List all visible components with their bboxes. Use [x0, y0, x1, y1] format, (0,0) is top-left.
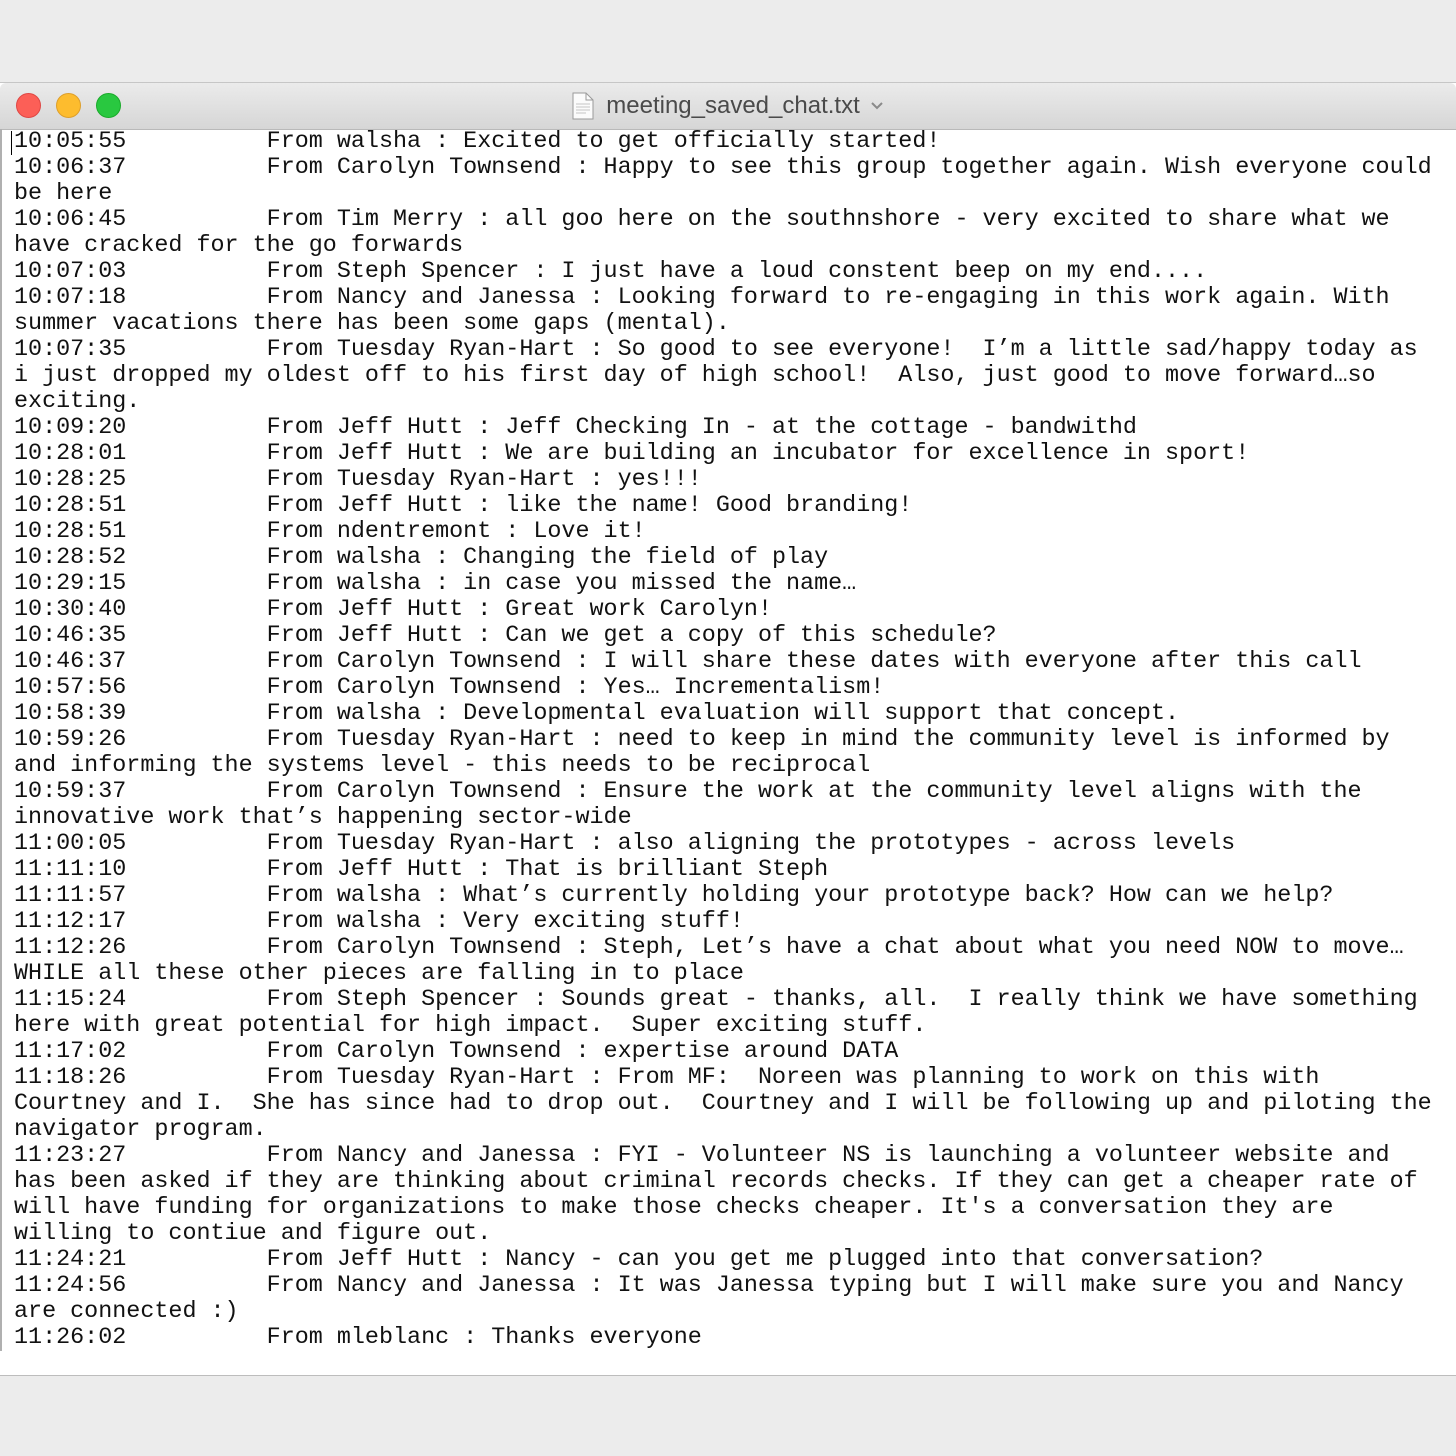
chat-line: 11:11:10 From Jeff Hutt : That is brilli… [14, 857, 829, 883]
chat-line: 11:11:57 From walsha : What’s currently … [14, 883, 1334, 909]
chat-line: 10:06:37 From Carolyn Townsend : Happy t… [14, 155, 1446, 207]
chat-line: 10:28:52 From walsha : Changing the fiel… [14, 545, 829, 571]
chat-line: 10:59:37 From Carolyn Townsend : Ensure … [14, 779, 1376, 831]
title-bar[interactable]: meeting_saved_chat.txt [0, 83, 1456, 130]
chat-line: 10:28:51 From ndentremont : Love it! [14, 519, 646, 545]
chat-line: 11:24:56 From Nancy and Janessa : It was… [14, 1273, 1418, 1325]
chevron-down-icon[interactable] [870, 101, 884, 111]
chat-line: 10:07:35 From Tuesday Ryan-Hart : So goo… [14, 337, 1432, 415]
chat-line: 10:28:25 From Tuesday Ryan-Hart : yes!!! [14, 467, 702, 493]
document-text[interactable]: 10:05:55 From walsha : Excited to get of… [0, 129, 1440, 1351]
chat-line: 11:12:17 From walsha : Very exciting stu… [14, 909, 744, 935]
chat-line: 11:24:21 From Jeff Hutt : Nancy - can yo… [14, 1247, 1264, 1273]
chat-line: 11:23:27 From Nancy and Janessa : FYI - … [14, 1143, 1432, 1247]
text-editor-window: meeting_saved_chat.txt 10:05:55 From wal… [0, 82, 1456, 1376]
document-icon [572, 92, 594, 120]
chat-line: 10:59:26 From Tuesday Ryan-Hart : need t… [14, 727, 1404, 779]
window-title[interactable]: meeting_saved_chat.txt [606, 92, 860, 120]
text-cursor [11, 131, 12, 155]
chat-line: 11:15:24 From Steph Spencer : Sounds gre… [14, 987, 1432, 1039]
text-editing-area[interactable]: 10:05:55 From walsha : Excited to get of… [0, 129, 1456, 1375]
chat-line: 10:58:39 From walsha : Developmental eva… [14, 701, 1180, 727]
chat-line: 10:29:15 From walsha : in case you misse… [14, 571, 857, 597]
chat-line: 10:28:51 From Jeff Hutt : like the name!… [14, 493, 913, 519]
chat-line: 10:07:03 From Steph Spencer : I just hav… [14, 259, 1208, 285]
window-title-group: meeting_saved_chat.txt [0, 83, 1456, 129]
chat-line: 11:12:26 From Carolyn Townsend : Steph, … [14, 935, 1418, 987]
chat-line: 10:30:40 From Jeff Hutt : Great work Car… [14, 597, 772, 623]
chat-line: 11:00:05 From Tuesday Ryan-Hart : also a… [14, 831, 1236, 857]
chat-line: 10:57:56 From Carolyn Townsend : Yes… In… [14, 675, 885, 701]
chat-line: 10:09:20 From Jeff Hutt : Jeff Checking … [14, 415, 1137, 441]
chat-line: 10:07:18 From Nancy and Janessa : Lookin… [14, 285, 1404, 337]
chat-line: 10:46:35 From Jeff Hutt : Can we get a c… [14, 623, 997, 649]
chat-line: 10:05:55 From walsha : Excited to get of… [14, 129, 941, 155]
chat-line: 11:17:02 From Carolyn Townsend : experti… [14, 1039, 899, 1065]
chat-line: 11:26:02 From mleblanc : Thanks everyone [14, 1325, 702, 1351]
chat-line: 11:18:26 From Tuesday Ryan-Hart : From M… [14, 1065, 1446, 1143]
chat-line: 10:06:45 From Tim Merry : all goo here o… [14, 207, 1404, 259]
chat-line: 10:28:01 From Jeff Hutt : We are buildin… [14, 441, 1250, 467]
chat-line: 10:46:37 From Carolyn Townsend : I will … [14, 649, 1362, 675]
